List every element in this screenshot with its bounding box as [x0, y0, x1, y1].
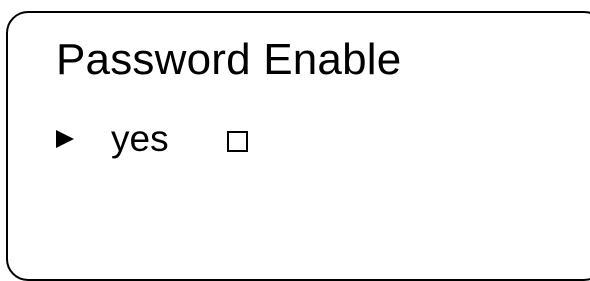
option-yes-label: yes	[111, 118, 169, 159]
selection-pointer-icon	[56, 130, 74, 148]
empty-checkbox-icon[interactable]	[226, 130, 248, 152]
option-yes-row[interactable]: yes	[56, 117, 248, 161]
menu-title: Password Enable	[56, 35, 402, 84]
